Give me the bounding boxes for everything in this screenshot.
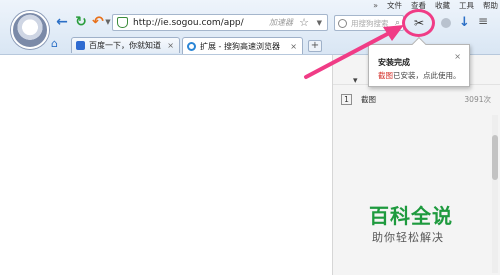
menu-bar: » 文件 查看 收藏 工具 帮助	[373, 0, 498, 11]
menu-favorites[interactable]: 收藏	[435, 0, 450, 11]
tab-extensions[interactable]: 扩展 - 搜狗高速浏览器 ×	[182, 37, 303, 54]
page-content	[0, 55, 332, 275]
search-box[interactable]: 用搜狗搜索 ⌕	[334, 15, 404, 31]
extension-icon[interactable]	[441, 18, 451, 28]
download-icon[interactable]: ↓	[459, 15, 470, 30]
tab-label: 百度一下，你就知道	[89, 41, 161, 50]
menu-tools[interactable]: 工具	[459, 0, 474, 11]
search-engine-icon[interactable]	[338, 18, 347, 28]
item-count: 3091次	[464, 94, 491, 104]
search-icon[interactable]: ⌕	[395, 18, 400, 28]
watermark-subtitle: 助你轻松解决	[372, 231, 444, 244]
sogou-favicon-icon	[187, 41, 196, 51]
chevron-down-icon[interactable]: ▼	[104, 14, 112, 30]
close-icon[interactable]: ×	[167, 41, 174, 50]
toolbar-more-icon[interactable]: ≡	[478, 14, 488, 28]
home-icon[interactable]: ⌂	[51, 38, 63, 50]
tab-baidu[interactable]: 百度一下，你就知道 ×	[71, 37, 180, 53]
popup-title: 安装完成	[378, 58, 410, 67]
new-tab-button[interactable]: +	[308, 40, 322, 52]
highlight-circle	[402, 9, 435, 37]
accelerator-label[interactable]: 加速器	[269, 17, 293, 28]
close-icon[interactable]: ×	[290, 42, 297, 51]
menu-file[interactable]: 文件	[387, 0, 402, 11]
close-icon[interactable]: ×	[454, 52, 461, 61]
refresh-icon[interactable]: ↻	[73, 14, 89, 30]
menu-help[interactable]: 帮助	[483, 0, 498, 11]
menu-overflow-button[interactable]: »	[373, 1, 378, 10]
address-dropdown-icon[interactable]: ▼	[317, 19, 322, 27]
collapse-caret-icon[interactable]: ▾	[353, 76, 358, 86]
popup-message[interactable]: 截图已安装，点此使用。	[378, 70, 461, 81]
item-index: 1	[341, 93, 352, 105]
shield-icon	[117, 17, 128, 28]
back-arrow-icon[interactable]: ←	[54, 14, 70, 30]
item-name[interactable]: 截图	[361, 94, 376, 105]
address-bar[interactable]: http://ie.sogou.com/app/ 加速器 ☆ ▼	[112, 14, 328, 31]
baidu-favicon-icon	[76, 41, 85, 50]
user-avatar[interactable]	[11, 11, 49, 49]
popup-tag[interactable]: 截图	[378, 71, 393, 80]
tab-label: 扩展 - 搜狗高速浏览器	[200, 41, 280, 51]
address-url[interactable]: http://ie.sogou.com/app/	[133, 18, 244, 28]
watermark-title: 百科全说	[369, 204, 453, 228]
popup-message-text[interactable]: 已安装，点此使用。	[393, 71, 461, 80]
search-placeholder: 用搜狗搜索	[351, 18, 389, 28]
star-icon[interactable]: ☆	[299, 16, 309, 29]
list-item[interactable]: 1 截图 3091次	[333, 91, 491, 107]
install-complete-popup[interactable]: 安装完成 × 截图已安装，点此使用。	[368, 36, 470, 87]
scrollbar-thumb[interactable]	[492, 135, 498, 180]
